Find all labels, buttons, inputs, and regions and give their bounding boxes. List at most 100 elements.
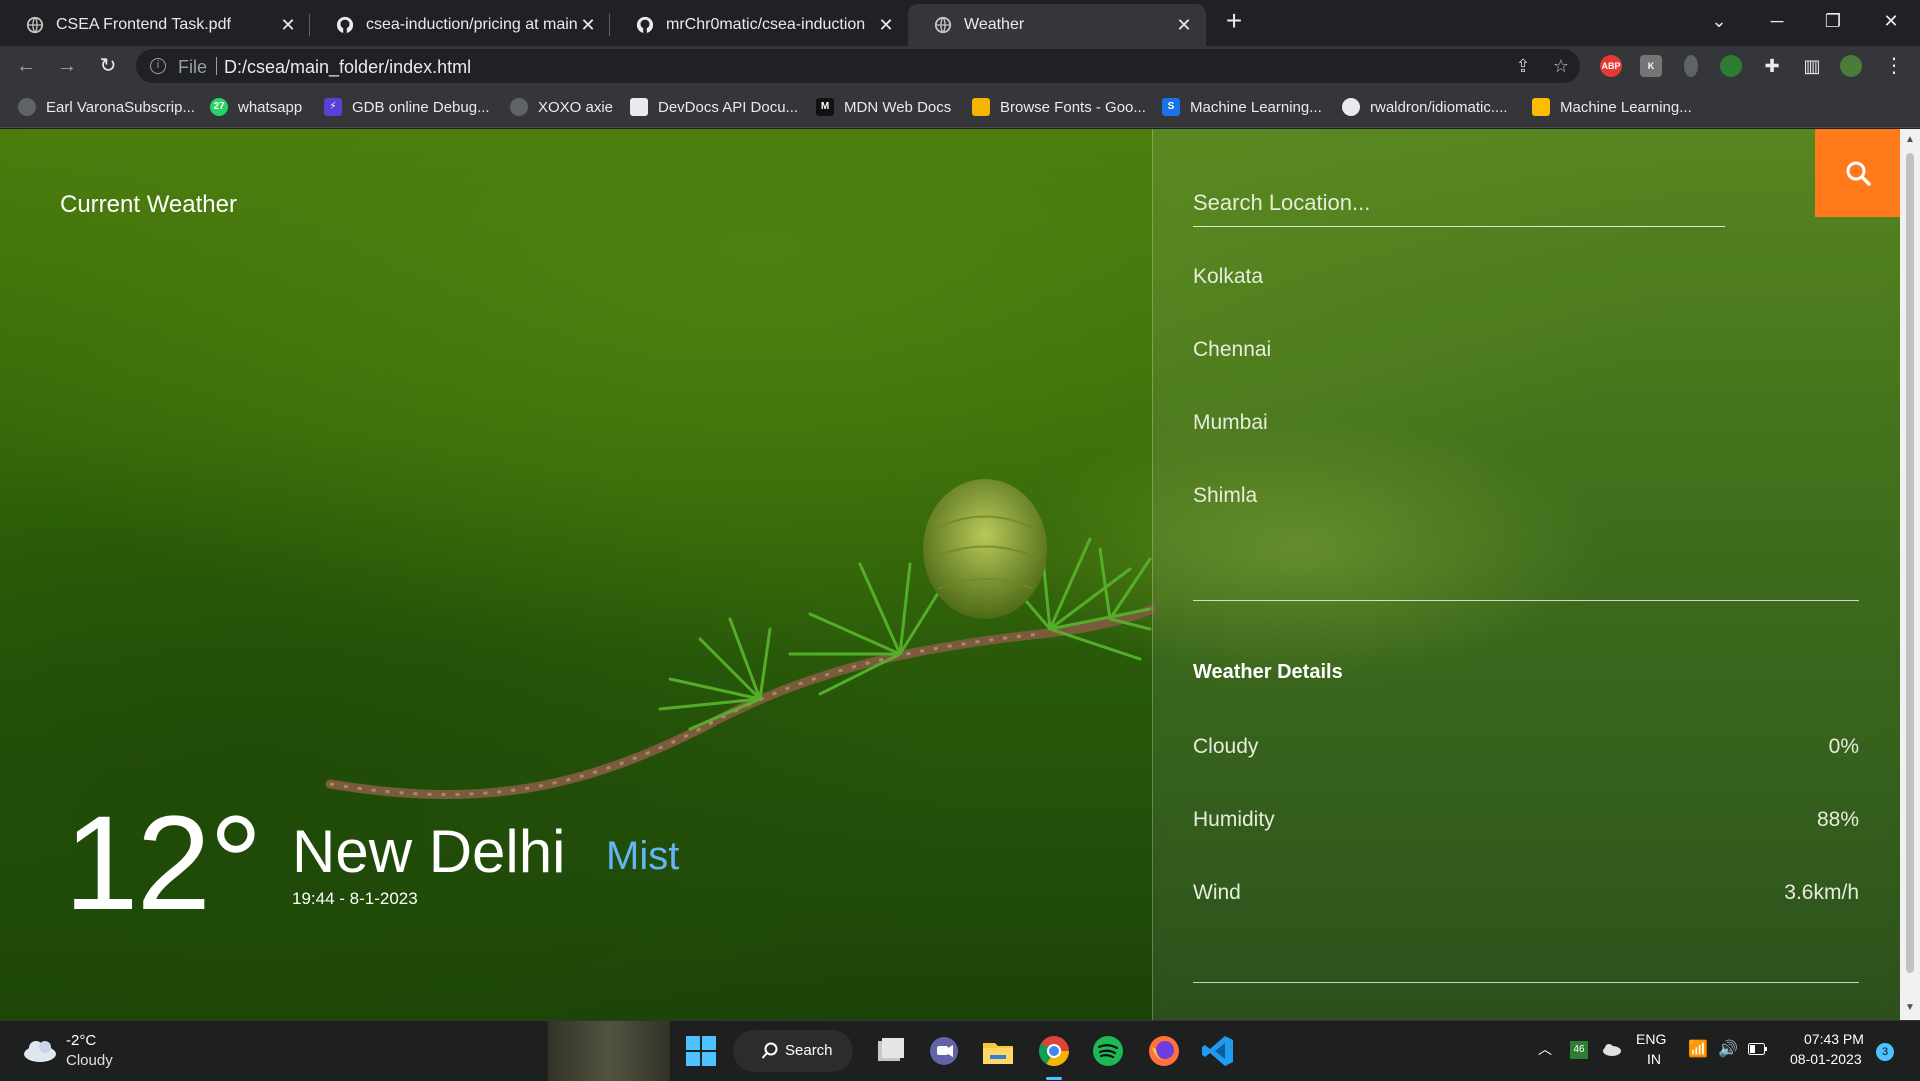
tab-title: CSEA Frontend Task.pdf [56, 16, 231, 33]
city-option-mumbai[interactable]: Mumbai [1193, 408, 1859, 481]
globe-icon [510, 98, 528, 116]
bookmark-item[interactable]: 27 whatsapp [210, 96, 302, 118]
search-icon [761, 1042, 778, 1059]
clock-date[interactable]: 08-01-2023 [1790, 1051, 1862, 1067]
onedrive-cloud-icon[interactable] [1600, 1041, 1622, 1057]
chevron-up-icon[interactable]: ︿ [1538, 1039, 1552, 1059]
detail-value: 0% [1828, 735, 1859, 758]
tab-weather[interactable]: Weather ✕ [908, 4, 1206, 46]
spotify-icon[interactable] [1090, 1033, 1126, 1069]
extension-tree-icon[interactable] [1720, 55, 1742, 77]
s-icon: S [1162, 98, 1180, 116]
tray-badge[interactable]: 46 [1570, 1041, 1588, 1059]
city-option-chennai[interactable]: Chennai [1193, 335, 1859, 408]
divider [1193, 600, 1859, 601]
bookmark-item[interactable]: ⚡ GDB online Debug... [324, 96, 490, 118]
detail-row-humidity: Humidity 88% [1193, 808, 1859, 838]
reload-icon[interactable]: ↻ [94, 52, 122, 80]
tab-csea-frontend-task[interactable]: CSEA Frontend Task.pdf ✕ [0, 4, 310, 46]
info-icon[interactable]: i [150, 58, 166, 74]
search-icon [1846, 161, 1871, 186]
scroll-down-arrow-icon[interactable]: ▼ [1905, 1003, 1915, 1013]
adblock-plus-icon[interactable]: ABP [1600, 55, 1622, 77]
bookmark-item[interactable]: Earl VaronaSubscrip... [18, 96, 195, 118]
bookmark-label: whatsapp [238, 98, 303, 116]
back-arrow-icon[interactable]: ← [12, 52, 40, 80]
tab-title: Weather [964, 16, 1025, 33]
close-icon[interactable]: ✕ [280, 16, 296, 34]
taskbar-weather-condition[interactable]: Cloudy [66, 1052, 113, 1069]
url-text[interactable]: D:/csea/main_folder/index.html [224, 57, 471, 78]
profile-avatar[interactable] [1840, 55, 1862, 77]
bookmark-item[interactable]: XOXO axie [510, 96, 613, 118]
tab-csea-induction[interactable]: mrChr0matic/csea-induction ✕ [610, 4, 908, 46]
page-scrollbar[interactable]: ▲ ▼ [1900, 129, 1920, 1020]
divider [1193, 982, 1859, 983]
close-icon[interactable]: ✕ [580, 16, 596, 34]
search-location-input[interactable] [1193, 179, 1725, 227]
clock-time[interactable]: 07:43 PM [1804, 1031, 1864, 1047]
address-bar[interactable]: i File D:/csea/main_folder/index.html ⇪ … [136, 49, 1580, 83]
battery-icon[interactable] [1748, 1043, 1768, 1055]
language-bottom[interactable]: IN [1647, 1051, 1661, 1067]
share-icon[interactable]: ⇪ [1512, 55, 1534, 77]
github-icon [336, 16, 354, 34]
task-view-icon[interactable] [872, 1033, 908, 1069]
cloud-icon [24, 1041, 56, 1062]
chrome-icon[interactable] [1036, 1033, 1072, 1069]
close-window-button[interactable]: ✕ [1876, 6, 1906, 36]
omnibox-divider [216, 57, 217, 75]
extension-bulb-icon[interactable] [1684, 55, 1698, 77]
forward-arrow-icon[interactable]: → [53, 52, 81, 80]
city-option-kolkata[interactable]: Kolkata [1193, 262, 1859, 335]
tab-pricing[interactable]: csea-induction/pricing at main · r ✕ [310, 4, 610, 46]
search-button[interactable] [1815, 129, 1900, 217]
bookmark-item[interactable]: Browse Fonts - Goo... [972, 96, 1146, 118]
notification-count[interactable]: 3 [1876, 1043, 1894, 1061]
bookmark-item[interactable]: DevDocs API Docu... [630, 96, 798, 118]
vscode-icon[interactable] [1200, 1033, 1236, 1069]
scroll-up-arrow-icon[interactable]: ▲ [1905, 135, 1915, 145]
windows-start-icon[interactable] [683, 1033, 719, 1069]
close-icon[interactable]: ✕ [1176, 16, 1192, 34]
extensions-puzzle-icon[interactable]: ✚ [1758, 52, 1786, 80]
wifi-icon[interactable]: 📶 [1688, 1039, 1708, 1059]
new-tab-button[interactable]: + [1222, 7, 1246, 35]
tab-search-chevron-icon[interactable]: ⌄ [1704, 6, 1734, 36]
detail-row-wind: Wind 3.6km/h [1193, 881, 1859, 911]
weather-details-heading: Weather Details [1193, 661, 1343, 683]
weather-page: Current Weather 12° New Delhi 19:44 - 8-… [0, 129, 1900, 1020]
detail-value: 88% [1816, 808, 1859, 831]
url-scheme: File [178, 57, 208, 77]
restore-button[interactable]: ❐ [1818, 6, 1848, 36]
bookmark-label: GDB online Debug... [352, 98, 490, 116]
temperature-value: 12° [64, 789, 263, 938]
globe-icon [26, 16, 44, 34]
file-explorer-icon[interactable] [980, 1033, 1016, 1069]
scrollbar-thumb[interactable] [1906, 153, 1914, 973]
teams-chat-icon[interactable] [926, 1033, 962, 1069]
detail-label: Cloudy [1193, 735, 1259, 758]
volume-icon[interactable]: 🔊 [1718, 1039, 1738, 1059]
close-icon[interactable]: ✕ [878, 16, 894, 34]
extension-k-icon[interactable]: K [1640, 55, 1662, 77]
bookmark-label: MDN Web Docs [844, 98, 952, 116]
firefox-icon[interactable] [1146, 1033, 1182, 1069]
bookmark-item[interactable]: rwaldron/idiomatic.... [1342, 96, 1508, 118]
bookmark-item[interactable]: Machine Learning... [1532, 96, 1692, 118]
bookmark-item[interactable]: S Machine Learning... [1162, 96, 1322, 118]
taskbar-search[interactable]: Search [733, 1030, 853, 1072]
mdn-icon: M [816, 98, 834, 116]
date-time: 19:44 - 8-1-2023 [292, 889, 418, 908]
taskbar-weather-temp[interactable]: -2°C [66, 1032, 96, 1049]
bookmark-item[interactable]: M MDN Web Docs [816, 96, 951, 118]
tab-title: mrChr0matic/csea-induction [666, 16, 866, 33]
menu-kebab-icon[interactable]: ⋮ [1880, 52, 1908, 80]
taskbar-wallpaper-peek [548, 1021, 670, 1081]
app-title: Current Weather [60, 191, 237, 218]
side-panel-icon[interactable]: ▥ [1798, 52, 1826, 80]
city-option-shimla[interactable]: Shimla [1193, 481, 1859, 554]
minimize-button[interactable]: ─ [1762, 6, 1792, 36]
language-top[interactable]: ENG [1636, 1031, 1666, 1047]
bookmark-star-icon[interactable]: ☆ [1550, 55, 1572, 77]
